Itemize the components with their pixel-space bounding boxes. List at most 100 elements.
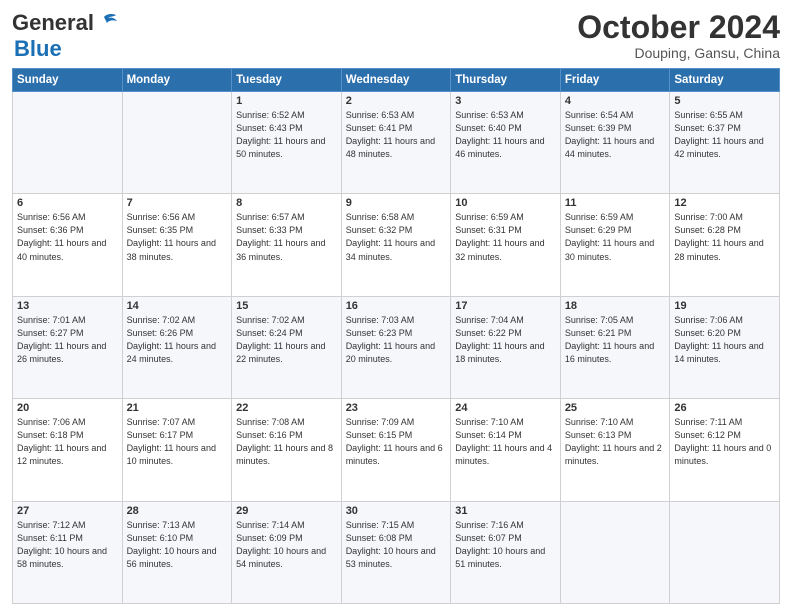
day-info: Sunrise: 7:06 AMSunset: 6:18 PMDaylight:… bbox=[17, 416, 118, 468]
calendar-cell: 18 Sunrise: 7:05 AMSunset: 6:21 PMDayligh… bbox=[560, 296, 670, 398]
day-number: 11 bbox=[565, 197, 666, 209]
calendar-cell: 13Sunrise: 7:01 AMSunset: 6:27 PMDayligh… bbox=[13, 296, 123, 398]
day-number: 9 bbox=[346, 197, 447, 209]
day-info: Sunrise: 6:59 AMSunset: 6:29 PMDaylight:… bbox=[565, 211, 666, 263]
title-area: October 2024 Douping, Gansu, China bbox=[577, 10, 780, 61]
calendar-cell: 29 Sunrise: 7:14 AMSunset: 6:09 PMDayligh… bbox=[232, 501, 342, 603]
day-number: 10 bbox=[455, 197, 556, 209]
day-number: 28 bbox=[127, 505, 228, 517]
day-number: 8 bbox=[236, 197, 337, 209]
calendar-cell: 27Sunrise: 7:12 AMSunset: 6:11 PMDayligh… bbox=[13, 501, 123, 603]
calendar-table: SundayMondayTuesdayWednesdayThursdayFrid… bbox=[12, 68, 780, 604]
day-info: Sunrise: 7:13 AMSunset: 6:10 PMDaylight:… bbox=[127, 519, 228, 571]
day-number: 31 bbox=[455, 505, 556, 517]
day-info: Sunrise: 7:16 AMSunset: 6:07 PMDaylight:… bbox=[455, 519, 556, 571]
calendar-cell: 25 Sunrise: 7:10 AMSunset: 6:13 PMDayligh… bbox=[560, 399, 670, 501]
day-info: Sunrise: 6:57 AMSunset: 6:33 PMDaylight:… bbox=[236, 211, 337, 263]
day-info: Sunrise: 6:56 AMSunset: 6:36 PMDaylight:… bbox=[17, 211, 118, 263]
calendar-cell: 10Sunrise: 6:59 AMSunset: 6:31 PMDayligh… bbox=[451, 194, 561, 296]
day-info: Sunrise: 7:14 AMSunset: 6:09 PMDaylight:… bbox=[236, 519, 337, 571]
day-number: 4 bbox=[565, 95, 666, 107]
day-number: 16 bbox=[346, 300, 447, 312]
day-info: Sunrise: 7:03 AMSunset: 6:23 PMDaylight:… bbox=[346, 314, 447, 366]
day-number: 19 bbox=[674, 300, 775, 312]
day-number: 7 bbox=[127, 197, 228, 209]
week-row-2: 6Sunrise: 6:56 AMSunset: 6:36 PMDaylight… bbox=[13, 194, 780, 296]
header: General Blue October 2024 Douping, Gansu… bbox=[12, 10, 780, 62]
calendar-cell: 26Sunrise: 7:11 AMSunset: 6:12 PMDayligh… bbox=[670, 399, 780, 501]
weekday-header-thursday: Thursday bbox=[451, 69, 561, 92]
calendar-cell: 19Sunrise: 7:06 AMSunset: 6:20 PMDayligh… bbox=[670, 296, 780, 398]
day-info: Sunrise: 7:10 AMSunset: 6:14 PMDaylight:… bbox=[455, 416, 556, 468]
day-info: Sunrise: 7:05 AMSunset: 6:21 PMDaylight:… bbox=[565, 314, 666, 366]
weekday-header-tuesday: Tuesday bbox=[232, 69, 342, 92]
day-info: Sunrise: 7:10 AMSunset: 6:13 PMDaylight:… bbox=[565, 416, 666, 468]
calendar-cell bbox=[122, 92, 232, 194]
day-number: 17 bbox=[455, 300, 556, 312]
calendar-cell: 23 Sunrise: 7:09 AMSunset: 6:15 PMDayligh… bbox=[341, 399, 451, 501]
day-number: 5 bbox=[674, 95, 775, 107]
calendar-cell: 9 Sunrise: 6:58 AMSunset: 6:32 PMDaylight… bbox=[341, 194, 451, 296]
calendar-cell: 17 Sunrise: 7:04 AMSunset: 6:22 PMDayligh… bbox=[451, 296, 561, 398]
calendar-cell: 4 Sunrise: 6:54 AMSunset: 6:39 PMDaylight… bbox=[560, 92, 670, 194]
month-title: October 2024 bbox=[577, 10, 780, 45]
calendar-cell: 31 Sunrise: 7:16 AMSunset: 6:07 PMDayligh… bbox=[451, 501, 561, 603]
week-row-5: 27Sunrise: 7:12 AMSunset: 6:11 PMDayligh… bbox=[13, 501, 780, 603]
day-info: Sunrise: 6:53 AMSunset: 6:41 PMDaylight:… bbox=[346, 109, 447, 161]
weekday-header-saturday: Saturday bbox=[670, 69, 780, 92]
day-number: 2 bbox=[346, 95, 447, 107]
calendar-cell: 2 Sunrise: 6:53 AMSunset: 6:41 PMDaylight… bbox=[341, 92, 451, 194]
day-number: 12 bbox=[674, 197, 775, 209]
day-info: Sunrise: 7:04 AMSunset: 6:22 PMDaylight:… bbox=[455, 314, 556, 366]
calendar-cell: 16 Sunrise: 7:03 AMSunset: 6:23 PMDayligh… bbox=[341, 296, 451, 398]
logo: General Blue bbox=[12, 10, 118, 62]
weekday-header-monday: Monday bbox=[122, 69, 232, 92]
weekday-header-wednesday: Wednesday bbox=[341, 69, 451, 92]
day-info: Sunrise: 7:11 AMSunset: 6:12 PMDaylight:… bbox=[674, 416, 775, 468]
day-number: 25 bbox=[565, 402, 666, 414]
calendar-cell bbox=[13, 92, 123, 194]
day-info: Sunrise: 7:12 AMSunset: 6:11 PMDaylight:… bbox=[17, 519, 118, 571]
day-number: 30 bbox=[346, 505, 447, 517]
calendar-cell: 22 Sunrise: 7:08 AMSunset: 6:16 PMDayligh… bbox=[232, 399, 342, 501]
calendar-cell: 21Sunrise: 7:07 AMSunset: 6:17 PMDayligh… bbox=[122, 399, 232, 501]
calendar-cell bbox=[560, 501, 670, 603]
week-row-4: 20Sunrise: 7:06 AMSunset: 6:18 PMDayligh… bbox=[13, 399, 780, 501]
calendar-cell bbox=[670, 501, 780, 603]
weekday-header-friday: Friday bbox=[560, 69, 670, 92]
day-number: 3 bbox=[455, 95, 556, 107]
day-number: 29 bbox=[236, 505, 337, 517]
calendar-container: General Blue October 2024 Douping, Gansu… bbox=[0, 0, 792, 612]
calendar-cell: 30 Sunrise: 7:15 AMSunset: 6:08 PMDayligh… bbox=[341, 501, 451, 603]
calendar-cell: 20Sunrise: 7:06 AMSunset: 6:18 PMDayligh… bbox=[13, 399, 123, 501]
day-number: 21 bbox=[127, 402, 228, 414]
day-number: 14 bbox=[127, 300, 228, 312]
calendar-cell: 14 Sunrise: 7:02 AMSunset: 6:26 PMDayligh… bbox=[122, 296, 232, 398]
day-info: Sunrise: 6:58 AMSunset: 6:32 PMDaylight:… bbox=[346, 211, 447, 263]
day-number: 15 bbox=[236, 300, 337, 312]
logo-general: General bbox=[12, 10, 94, 36]
calendar-cell: 1Sunrise: 6:52 AMSunset: 6:43 PMDaylight… bbox=[232, 92, 342, 194]
day-info: Sunrise: 7:02 AMSunset: 6:26 PMDaylight:… bbox=[127, 314, 228, 366]
calendar-cell: 8 Sunrise: 6:57 AMSunset: 6:33 PMDaylight… bbox=[232, 194, 342, 296]
day-number: 1 bbox=[236, 95, 337, 107]
day-number: 18 bbox=[565, 300, 666, 312]
calendar-cell: 15Sunrise: 7:02 AMSunset: 6:24 PMDayligh… bbox=[232, 296, 342, 398]
logo-blue: Blue bbox=[14, 36, 62, 61]
day-info: Sunrise: 6:53 AMSunset: 6:40 PMDaylight:… bbox=[455, 109, 556, 161]
calendar-cell: 11 Sunrise: 6:59 AMSunset: 6:29 PMDayligh… bbox=[560, 194, 670, 296]
calendar-cell: 7Sunrise: 6:56 AMSunset: 6:35 PMDaylight… bbox=[122, 194, 232, 296]
calendar-cell: 24Sunrise: 7:10 AMSunset: 6:14 PMDayligh… bbox=[451, 399, 561, 501]
day-info: Sunrise: 7:00 AMSunset: 6:28 PMDaylight:… bbox=[674, 211, 775, 263]
weekday-header-sunday: Sunday bbox=[13, 69, 123, 92]
day-info: Sunrise: 7:09 AMSunset: 6:15 PMDaylight:… bbox=[346, 416, 447, 468]
day-info: Sunrise: 7:15 AMSunset: 6:08 PMDaylight:… bbox=[346, 519, 447, 571]
day-info: Sunrise: 7:08 AMSunset: 6:16 PMDaylight:… bbox=[236, 416, 337, 468]
day-info: Sunrise: 6:54 AMSunset: 6:39 PMDaylight:… bbox=[565, 109, 666, 161]
location: Douping, Gansu, China bbox=[577, 45, 780, 61]
calendar-cell: 3 Sunrise: 6:53 AMSunset: 6:40 PMDaylight… bbox=[451, 92, 561, 194]
day-number: 23 bbox=[346, 402, 447, 414]
day-number: 22 bbox=[236, 402, 337, 414]
calendar-cell: 12 Sunrise: 7:00 AMSunset: 6:28 PMDayligh… bbox=[670, 194, 780, 296]
day-info: Sunrise: 7:01 AMSunset: 6:27 PMDaylight:… bbox=[17, 314, 118, 366]
